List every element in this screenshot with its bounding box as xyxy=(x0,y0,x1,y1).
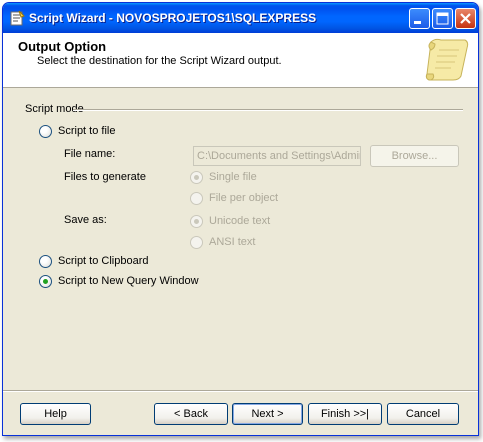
close-icon xyxy=(456,13,475,31)
group-divider xyxy=(73,109,463,111)
browse-button[interactable]: Browse... xyxy=(370,145,459,167)
page-subtitle: Select the destination for the Script Wi… xyxy=(37,55,282,67)
files-to-generate-label: Files to generate xyxy=(64,171,146,183)
page-title: Output Option xyxy=(18,39,107,54)
help-button[interactable]: Help xyxy=(20,403,91,425)
unicode-text-radio[interactable] xyxy=(190,215,203,228)
single-file-radio[interactable] xyxy=(190,171,203,184)
wizard-header: Output Option Select the destination for… xyxy=(3,33,478,88)
finish-button[interactable]: Finish >>| xyxy=(308,403,382,425)
single-file-label[interactable]: Single file xyxy=(209,171,257,183)
close-button[interactable] xyxy=(455,8,476,29)
ansi-text-radio[interactable] xyxy=(190,236,203,249)
script-to-file-radio[interactable] xyxy=(39,125,52,138)
maximize-button[interactable] xyxy=(432,8,453,29)
save-as-label: Save as: xyxy=(64,214,107,226)
cancel-button[interactable]: Cancel xyxy=(387,403,459,425)
file-per-object-radio[interactable] xyxy=(190,192,203,205)
script-to-clipboard-label[interactable]: Script to Clipboard xyxy=(58,255,149,267)
script-wizard-icon xyxy=(9,10,25,26)
file-per-object-label[interactable]: File per object xyxy=(209,192,278,204)
footer-divider xyxy=(3,390,478,392)
unicode-text-label[interactable]: Unicode text xyxy=(209,215,270,227)
script-to-new-query-window-radio[interactable] xyxy=(39,275,52,288)
maximize-icon xyxy=(433,12,452,31)
window-title: Script Wizard - NOVOSPROJETOS1\SQLEXPRES… xyxy=(29,11,317,25)
script-to-clipboard-radio[interactable] xyxy=(39,255,52,268)
title-bar[interactable]: Script Wizard - NOVOSPROJETOS1\SQLEXPRES… xyxy=(3,3,478,33)
minimize-button[interactable] xyxy=(409,8,430,29)
next-button[interactable]: Next > xyxy=(232,403,303,425)
file-name-field[interactable]: C:\Documents and Settings\Admini xyxy=(193,146,361,166)
minimize-icon xyxy=(410,19,429,31)
script-wizard-window: Script Wizard - NOVOSPROJETOS1\SQLEXPRES… xyxy=(2,2,479,436)
script-to-new-query-window-label[interactable]: Script to New Query Window xyxy=(58,275,199,287)
back-button[interactable]: < Back xyxy=(154,403,228,425)
script-to-file-label[interactable]: Script to file xyxy=(58,125,115,137)
file-name-label: File name: xyxy=(64,148,116,160)
ansi-text-label[interactable]: ANSI text xyxy=(209,236,255,248)
scroll-icon xyxy=(421,36,471,82)
